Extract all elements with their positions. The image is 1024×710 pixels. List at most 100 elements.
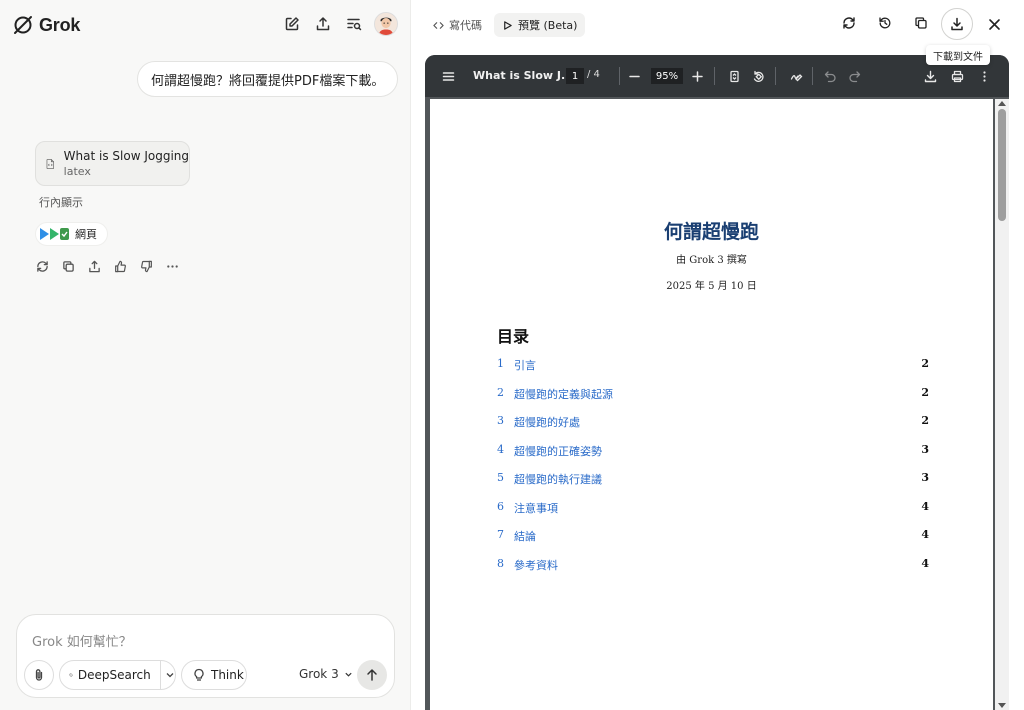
toc-link[interactable]: 超慢跑的定義與起源 (514, 386, 613, 402)
chat-pane: Grok 何謂超慢跑？將回覆提供PDF檔案下載。 What is Slow Jo… (0, 0, 411, 710)
web-sources-button[interactable]: 網頁 (35, 222, 108, 246)
toc-row[interactable]: 7 結論 4 (497, 528, 929, 557)
toc-row[interactable]: 8 參考資料 4 (497, 557, 929, 586)
artifact-file-card[interactable]: What is Slow Jogging latex (35, 141, 190, 186)
toc-row[interactable]: 1 引言 2 (497, 357, 929, 386)
undo-button[interactable] (821, 67, 839, 85)
close-preview-button[interactable] (983, 13, 1005, 35)
fit-page-button[interactable] (725, 67, 743, 85)
history-search-button[interactable] (343, 13, 365, 35)
source-favicon-1 (40, 228, 49, 240)
share-icon (88, 260, 100, 272)
toc-link[interactable]: 超慢跑的執行建議 (514, 471, 602, 487)
preview-tabs: 寫代碼 預覽 (Beta) (425, 12, 586, 38)
redo-icon (848, 70, 860, 82)
toc-number: 5 (497, 471, 504, 484)
pdf-download-button[interactable] (921, 67, 939, 85)
print-button[interactable] (948, 67, 966, 85)
lightbulb-icon (194, 668, 204, 681)
deepsearch-button[interactable]: DeepSearch (59, 660, 176, 690)
share-icon (316, 17, 330, 31)
pdf-scrollbar[interactable] (995, 99, 1009, 710)
model-label: Grok 3 (299, 667, 339, 681)
annotate-button[interactable] (787, 67, 805, 85)
thumbs-down-button[interactable] (138, 258, 154, 274)
composer-input[interactable]: Grok 如何幫忙？ (32, 631, 132, 650)
file-card-text: What is Slow Jogging latex (64, 149, 189, 178)
toc-link[interactable]: 超慢跑的好處 (514, 414, 580, 430)
document-date: 2025 年 5 月 10 日 (666, 281, 757, 292)
toc-row[interactable]: 2 超慢跑的定義與起源 2 (497, 386, 929, 415)
pen-icon (790, 73, 802, 81)
toc-link[interactable]: 超慢跑的正確姿勢 (514, 443, 602, 459)
menu-icon (442, 71, 454, 81)
pdf-more-button[interactable] (975, 67, 993, 85)
page-total: / 4 (587, 69, 600, 80)
scroll-up-arrow[interactable] (998, 101, 1006, 106)
compose-button[interactable] (281, 13, 303, 35)
pdf-title: What is Slow J... (473, 69, 574, 82)
history-search-icon (347, 18, 362, 31)
toc-link[interactable]: 參考資料 (514, 557, 558, 573)
download-button[interactable] (941, 8, 973, 40)
thumbs-up-button[interactable] (112, 258, 128, 274)
share-message-button[interactable] (86, 258, 102, 274)
history-icon (879, 17, 891, 29)
attach-button[interactable] (24, 660, 54, 690)
scroll-down-arrow[interactable] (998, 703, 1006, 708)
chat-toolbar (281, 13, 365, 35)
file-card-title: What is Slow Jogging (63, 149, 189, 163)
more-button[interactable] (164, 258, 180, 274)
copy-icon (915, 17, 927, 29)
page-number-input[interactable]: 1 (566, 68, 584, 84)
toc-page-number: 3 (921, 471, 929, 484)
toc-page-number: 4 (921, 528, 929, 541)
copy-artifact-button[interactable] (910, 12, 932, 34)
send-button[interactable] (357, 660, 387, 690)
rotate-button[interactable] (749, 67, 767, 85)
think-button[interactable]: Think (181, 660, 247, 690)
pdf-menu-button[interactable] (439, 67, 457, 85)
toc-heading: 目录 (497, 327, 530, 346)
download-icon (951, 17, 963, 31)
model-selector[interactable]: Grok 3 (299, 667, 353, 681)
toc-page-number: 2 (921, 385, 929, 399)
minus-icon (628, 75, 640, 77)
download-tooltip: 下載到文件 (926, 45, 990, 65)
zoom-out-button[interactable] (625, 67, 643, 85)
compose-icon (285, 17, 299, 31)
toc-row[interactable]: 3 超慢跑的好處 2 (497, 414, 929, 443)
toc-link[interactable]: 注意事項 (514, 500, 558, 516)
toc-row[interactable]: 6 注意事項 4 (497, 500, 929, 529)
toc-row[interactable]: 4 超慢跑的正確姿勢 3 (497, 443, 929, 472)
thumbs-up-icon (114, 260, 126, 272)
user-avatar[interactable] (374, 12, 398, 36)
history-button[interactable] (874, 12, 896, 34)
deepsearch-icon (69, 673, 73, 677)
redo-button[interactable] (845, 67, 863, 85)
toc-link[interactable]: 結論 (514, 528, 536, 544)
refresh-button[interactable] (838, 12, 860, 34)
pdf-page: 何謂超慢跑 由 Grok 3 撰寫 2025 年 5 月 10 日 目录 1 引言… (430, 99, 993, 710)
deepsearch-dropdown[interactable] (165, 670, 175, 680)
inline-display-label: 行內顯示 (39, 196, 83, 209)
logo-text: Grok (39, 14, 81, 35)
toc-link[interactable]: 引言 (514, 357, 536, 373)
file-card-type: latex (63, 165, 91, 178)
tab-preview[interactable]: 預覽 (Beta) (494, 13, 586, 37)
preview-toolbar (838, 12, 932, 34)
scrollbar-thumb[interactable] (998, 109, 1006, 221)
document-title: 何謂超慢跑 (663, 221, 759, 243)
regenerate-button[interactable] (34, 258, 50, 274)
close-icon (988, 18, 1000, 30)
copy-button[interactable] (60, 258, 76, 274)
more-vertical-icon (982, 70, 986, 82)
share-button[interactable] (312, 13, 334, 35)
toolbar-divider (812, 67, 813, 85)
code-icon (433, 21, 444, 29)
zoom-in-button[interactable] (688, 67, 706, 85)
grok-logo[interactable]: Grok (11, 13, 80, 37)
toc-row[interactable]: 5 超慢跑的執行建議 3 (497, 471, 929, 500)
tab-code[interactable]: 寫代碼 (425, 13, 490, 37)
zoom-input[interactable]: 95% (651, 68, 683, 84)
